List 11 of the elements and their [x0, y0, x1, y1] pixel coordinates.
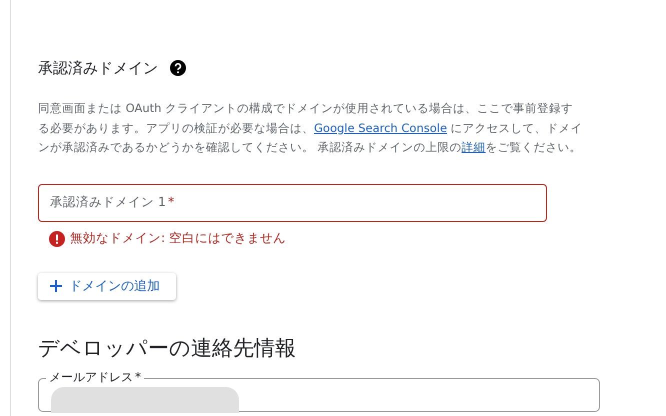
help-icon[interactable]: [170, 60, 186, 76]
error-icon: [49, 230, 65, 246]
plus-icon: [50, 280, 62, 292]
domain-input-field[interactable]: 承認済みドメイン 1 *: [38, 184, 547, 222]
section-title: 承認済みドメイン: [38, 58, 158, 78]
section-title: デベロッパーの連絡先情報: [38, 334, 297, 362]
add-domain-button[interactable]: ドメインの追加: [38, 272, 176, 300]
error-message: 無効なドメイン: 空白にはできません: [70, 230, 286, 247]
console-link[interactable]: Google Search Console: [314, 120, 448, 134]
details-link[interactable]: 詳細: [462, 140, 486, 154]
description-text: 同意画面または OAuth クライアントの構成でドメインが使用されている場合は、ここで事前登録する必要があります。アプリの検証が必要な場合は、Google Search Console にアクセスして、ドメインが承認済みであるかどうかを確認してください。 承認済みドメインの上限の詳細をご覧ください。: [38, 100, 584, 156]
